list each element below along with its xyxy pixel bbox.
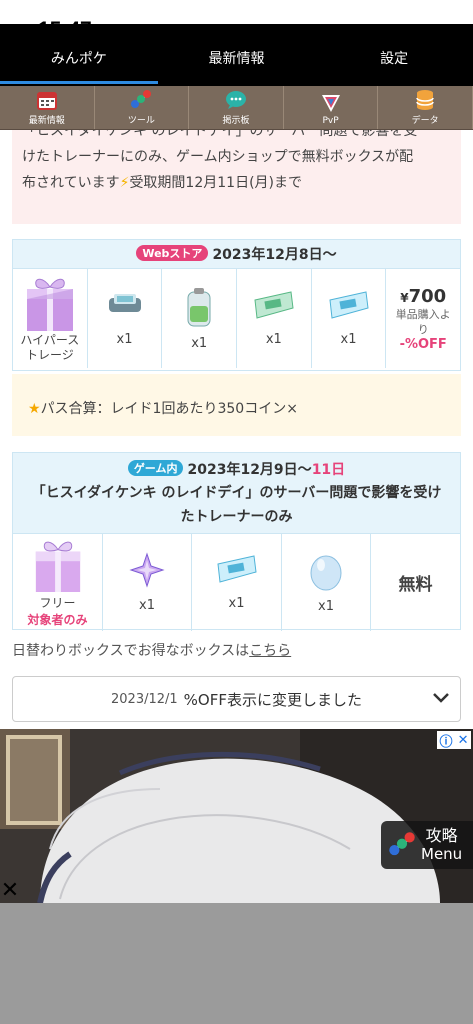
- top-nav: みんポケ 最新情報 設定: [0, 24, 473, 86]
- web-price: ¥700: [400, 285, 447, 307]
- egg-icon: [310, 555, 342, 591]
- notice-select[interactable]: 2023/12/1 %OFF表示に変更しました: [12, 676, 461, 722]
- notice-line-2: けたトレーナーにのみ、ゲーム内ショップで無料ボックスが配: [22, 149, 414, 165]
- remote-raid-pass-icon: [328, 291, 369, 319]
- item-count: x1: [116, 332, 133, 347]
- item-raid-pass-blue: x1: [312, 269, 387, 368]
- item-count: x1: [340, 332, 357, 347]
- toolbar-label-pvp: PvP: [322, 116, 339, 126]
- tab-minpoke[interactable]: みんポケ: [0, 24, 158, 86]
- item-count: x1: [318, 599, 334, 614]
- item-raid-pass-green: x1: [237, 269, 312, 368]
- toolbar-item-latest[interactable]: 最新情報: [0, 86, 95, 129]
- tools-icon: [389, 832, 415, 856]
- item-count: x1: [265, 332, 282, 347]
- raid-pass-icon: [254, 291, 294, 319]
- in-game-title: 「ヒスイダイケンキ のレイドデイ」のサーバー問題で影響を受けたトレーナーのみ: [31, 485, 442, 525]
- item-count: x1: [191, 336, 208, 351]
- toolbar-label-tools: ツール: [127, 116, 155, 126]
- item-bag-upgrade: x1: [162, 269, 238, 368]
- item-incubator: x1: [88, 269, 163, 368]
- pass-summary: ★パス合算：レイド1回あたり350コイン×: [12, 374, 461, 436]
- in-game-price-cell: 無料: [371, 534, 460, 631]
- menu-label: Menu: [421, 845, 463, 863]
- ad-banner[interactable]: ⓘ ✕ 攻略 Menu ✕: [0, 729, 473, 903]
- star-piece-icon: [129, 552, 165, 588]
- in-game-date-end: 11日: [311, 462, 346, 478]
- item-star-piece: x1: [103, 534, 192, 631]
- bag-icon: [187, 288, 211, 327]
- item-remote-raid-pass: x1: [192, 534, 282, 631]
- tab-settings[interactable]: 設定: [315, 24, 473, 86]
- gift-box-icon: [35, 541, 80, 592]
- icon-toolbar: 最新情報 ツール 掲示板 PvP データ: [0, 86, 473, 130]
- database-icon: [414, 89, 436, 111]
- select-label: %OFF表示に変更しました: [183, 690, 362, 709]
- item-count: x1: [139, 598, 155, 613]
- web-discount: -%OFF: [399, 336, 447, 352]
- web-store-date: 2023年12月8日〜: [212, 247, 337, 263]
- incubator-icon: [108, 294, 141, 312]
- daily-box-link-row: 日替わりボックスでお得なボックスはこちら: [12, 640, 291, 660]
- hyper-storage-box[interactable]: ハイパース トレージ: [13, 269, 88, 368]
- web-store-items: ハイパース トレージ x1 x1 x1 x1 ¥700 単品購入より -%OFF: [13, 268, 460, 368]
- toolbar-label-board: 掲示板: [222, 116, 250, 126]
- web-store-card: Webストア 2023年12月8日〜 ハイパース トレージ x1 x1 x1 x1…: [12, 239, 461, 371]
- guide-label: 攻略: [425, 826, 458, 845]
- pvp-icon: [320, 92, 342, 114]
- calendar-icon: [36, 89, 58, 111]
- in-game-header: ゲーム内 2023年12月9日〜11日 「ヒスイダイケンキ のレイドデイ」のサーバ…: [13, 453, 460, 533]
- in-game-badge: ゲーム内: [127, 460, 184, 476]
- chat-bubble-icon: [225, 89, 247, 111]
- in-game-date: 2023年12月9日〜: [187, 462, 312, 478]
- item-egg: x1: [282, 534, 371, 631]
- tab-latest[interactable]: 最新情報: [158, 24, 316, 86]
- pillow-ad-image: [0, 729, 473, 903]
- pass-summary-text: パス合算：レイド1回あたり350コイン×: [40, 401, 298, 417]
- toolbar-label-data: データ: [411, 116, 439, 126]
- chevron-down-icon: [433, 693, 449, 703]
- toolbar-item-tools[interactable]: ツール: [95, 86, 190, 129]
- server-issue-notice: 「ヒスイダイケンキ のレイドデイ」のサーバー問題で影響を受 けたトレーナーにのみ…: [12, 130, 461, 224]
- gift-box-icon: [26, 278, 73, 331]
- toolbar-item-data[interactable]: データ: [378, 86, 473, 129]
- lightning-icon: ⚡: [119, 175, 130, 191]
- toolbar-item-board[interactable]: 掲示板: [189, 86, 284, 129]
- daily-box-link[interactable]: こちら: [249, 643, 291, 659]
- guide-menu-button[interactable]: 攻略 Menu: [381, 821, 473, 869]
- star-icon: ★: [28, 401, 41, 417]
- toolbar-label-latest: 最新情報: [28, 116, 65, 126]
- web-price-note: 単品購入より: [395, 307, 451, 336]
- ad-close-icon[interactable]: ✕: [0, 879, 20, 903]
- hyper-storage-label: ハイパース トレージ: [20, 332, 80, 362]
- in-game-items: フリー 対象者のみ x1 x1 x1 無料: [13, 533, 460, 631]
- free-box-label: フリー: [39, 595, 76, 610]
- ad-choices-icon[interactable]: ⓘ ✕: [437, 731, 471, 750]
- remote-raid-pass-icon: [216, 555, 257, 583]
- free-box[interactable]: フリー 対象者のみ: [13, 534, 103, 631]
- tools-icon: [130, 89, 152, 111]
- select-date: 2023/12/1: [111, 691, 178, 707]
- web-price-cell: ¥700 単品購入より -%OFF: [386, 269, 460, 368]
- web-store-header: Webストア 2023年12月8日〜: [13, 240, 460, 268]
- notice-line-1: 「ヒスイダイケンキ のレイドデイ」のサーバー問題で影響を受: [22, 130, 418, 139]
- in-game-card: ゲーム内 2023年12月9日〜11日 「ヒスイダイケンキ のレイドデイ」のサーバ…: [12, 452, 461, 631]
- notice-line-3: 布されています⚡受取期間12月11日(月)まで: [22, 175, 302, 191]
- free-box-target: 対象者のみ: [27, 612, 88, 627]
- web-store-badge: Webストア: [136, 245, 209, 261]
- item-count: x1: [228, 596, 245, 611]
- in-game-price: 無料: [398, 575, 433, 595]
- blank-area: [0, 903, 473, 1024]
- daily-box-text: 日替わりボックスでお得なボックスは: [12, 643, 250, 659]
- toolbar-item-pvp[interactable]: PvP: [284, 86, 379, 129]
